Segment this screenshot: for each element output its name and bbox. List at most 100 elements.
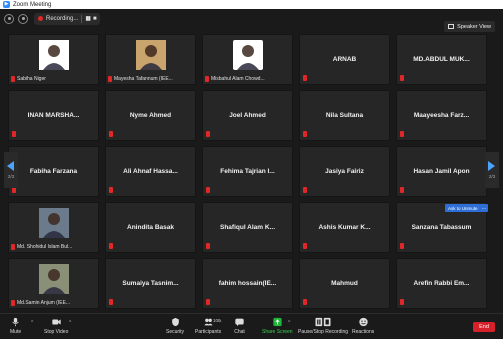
video-camera-icon xyxy=(52,319,61,325)
pause-stop-recording-button[interactable]: Pause/Stop Recording xyxy=(298,317,348,335)
participant-tile[interactable]: MD.ABDUL MUK... xyxy=(396,34,487,85)
participant-tile[interactable]: Shafiqul Alam K... xyxy=(202,202,293,253)
top-bar: Recording... ▮▮ ■ Speaker View xyxy=(0,9,503,32)
page-indicator-right: 2/3 xyxy=(488,174,496,179)
muted-mic-icon xyxy=(206,243,210,249)
participant-name: Shafiqul Alam K... xyxy=(219,224,275,231)
mute-label: Mute xyxy=(10,329,22,335)
muted-mic-icon xyxy=(108,76,112,82)
muted-mic-icon xyxy=(206,299,210,305)
muted-mic-icon xyxy=(109,243,113,249)
chat-button[interactable]: Chat xyxy=(234,317,245,335)
participant-name: Mayesha Tafannum (IEE... xyxy=(114,76,173,82)
reactions-button[interactable]: Reactions xyxy=(352,317,374,335)
prev-page-button[interactable]: 2/3 xyxy=(4,152,18,188)
participant-tile[interactable]: Md.Samin Anjum (IEE... xyxy=(8,258,99,309)
share-options-caret-icon[interactable]: ^ xyxy=(288,320,290,326)
more-options-button[interactable]: ... xyxy=(480,204,488,212)
participant-name: Md.Samin Anjum (IEE... xyxy=(17,300,71,306)
participants-options-caret-icon[interactable]: ^ xyxy=(219,320,221,326)
muted-mic-icon xyxy=(11,244,15,250)
end-meeting-button[interactable]: End xyxy=(473,322,495,332)
participant-tile[interactable]: Nyme Ahmed xyxy=(105,90,196,141)
participant-tile[interactable]: Hasan Jamil Apon xyxy=(396,146,487,197)
participant-name: Hasan Jamil Apon xyxy=(413,168,470,175)
muted-mic-icon xyxy=(206,187,210,193)
meeting-toolbar: Mute ^ Stop Video ^ Security Participant… xyxy=(0,313,503,339)
participant-tile[interactable]: Joel Ahmed xyxy=(202,90,293,141)
gallery-view: Sabiha Niger Mayesha Tafannum (IEE... Misb… xyxy=(8,34,488,309)
participant-tile[interactable]: Jasiya Fairiz xyxy=(299,146,390,197)
participant-tile[interactable]: ARNAB xyxy=(299,34,390,85)
window-title: Zoom Meeting xyxy=(13,1,52,8)
audio-options-caret-icon[interactable]: ^ xyxy=(31,320,33,326)
participant-tile[interactable]: Misbahul Alam Chowd... xyxy=(202,34,293,85)
speaker-view-button[interactable]: Speaker View xyxy=(444,21,495,32)
security-button[interactable]: Security xyxy=(166,317,184,335)
participant-avatar xyxy=(38,263,69,294)
participant-tile[interactable]: Arefin Rabbi Em... xyxy=(396,258,487,309)
view-grid-icon xyxy=(448,24,455,29)
participant-tile[interactable]: fahim hossain(IE... xyxy=(202,258,293,309)
participant-tile[interactable]: Fabiha Farzana xyxy=(8,146,99,197)
participant-name: Ali Ahnaf Hassa... xyxy=(123,168,178,175)
participant-tile[interactable]: Ali Ahnaf Hassa... xyxy=(105,146,196,197)
participant-name: ARNAB xyxy=(332,56,357,63)
participant-tile[interactable]: Sumaiya Tasnim... xyxy=(105,258,196,309)
muted-mic-icon xyxy=(11,300,15,306)
pause-stop-recording-label: Pause/Stop Recording xyxy=(298,329,349,335)
participant-name-label: Md.Samin Anjum (IEE... xyxy=(11,300,70,306)
stop-video-label: Stop Video xyxy=(44,329,69,335)
share-screen-label: Share Screen xyxy=(262,329,293,335)
security-label: Security xyxy=(166,329,185,335)
participant-tile[interactable]: Md. Shohidul Islam Bul... xyxy=(8,202,99,253)
info-icon[interactable] xyxy=(4,13,14,24)
participant-tile[interactable]: Mahmud xyxy=(299,258,390,309)
participant-name: Fabiha Farzana xyxy=(29,168,78,175)
recording-label: Recording... xyxy=(46,15,79,22)
participant-name: Sumaiya Tasnim... xyxy=(122,280,179,287)
participant-tile[interactable]: INAN MARSHA... xyxy=(8,90,99,141)
security-shield-icon[interactable] xyxy=(18,13,28,24)
muted-mic-icon xyxy=(400,75,404,81)
muted-mic-icon xyxy=(303,75,307,81)
chat-icon xyxy=(235,318,244,327)
participant-tile[interactable]: Anindita Basak xyxy=(105,202,196,253)
participant-name: Md. Shohidul Islam Bul... xyxy=(17,244,73,250)
title-bar: ▶ Zoom Meeting xyxy=(0,0,503,9)
participant-tile[interactable]: Mayesha Tafannum (IEE... xyxy=(105,34,196,85)
ask-to-unmute-button[interactable]: Ask to Unmute xyxy=(445,204,481,212)
muted-mic-icon xyxy=(400,299,404,305)
chat-label: Chat xyxy=(234,329,245,335)
participant-name: MD.ABDUL MUK... xyxy=(413,56,470,63)
stop-video-button[interactable]: Stop Video xyxy=(44,317,68,335)
participant-name: Jasiya Fairiz xyxy=(325,168,364,175)
muted-mic-icon xyxy=(400,131,404,137)
participant-avatar xyxy=(135,39,166,70)
participant-name: Nyme Ahmed xyxy=(129,112,172,119)
recording-dot-icon xyxy=(38,16,43,21)
muted-mic-icon xyxy=(400,187,404,193)
participant-name: Sanzana Tabassum xyxy=(411,224,472,231)
muted-mic-icon xyxy=(205,76,209,82)
pause-recording-icon[interactable]: ▮▮ xyxy=(85,15,91,22)
participant-tile[interactable]: Nila Sultana xyxy=(299,90,390,141)
participant-name-label: Md. Shohidul Islam Bul... xyxy=(11,244,72,250)
participant-tile[interactable]: Maayeesha Farz... xyxy=(396,90,487,141)
participant-tile[interactable]: Fehima Tajrian I... xyxy=(202,146,293,197)
recording-indicator: Recording... ▮▮ ■ xyxy=(34,12,100,25)
participant-name: fahim hossain(IE... xyxy=(218,280,277,287)
participant-name: Joel Ahmed xyxy=(229,112,266,119)
mute-button[interactable]: Mute xyxy=(10,317,21,335)
video-options-caret-icon[interactable]: ^ xyxy=(69,320,71,326)
next-page-button[interactable]: 2/3 xyxy=(485,152,499,188)
participant-name-label: Mayesha Tafannum (IEE... xyxy=(108,76,173,82)
participant-name: Anindita Basak xyxy=(127,224,174,231)
stop-recording-icon[interactable]: ■ xyxy=(93,16,97,22)
participant-tile[interactable]: Ashis Kumar K... xyxy=(299,202,390,253)
participant-name-label: Misbahul Alam Chowd... xyxy=(205,76,265,82)
shield-icon xyxy=(171,317,179,327)
participant-avatar xyxy=(38,207,69,238)
participant-tile[interactable]: Sabiha Niger xyxy=(8,34,99,85)
speaker-view-label: Speaker View xyxy=(457,23,491,30)
